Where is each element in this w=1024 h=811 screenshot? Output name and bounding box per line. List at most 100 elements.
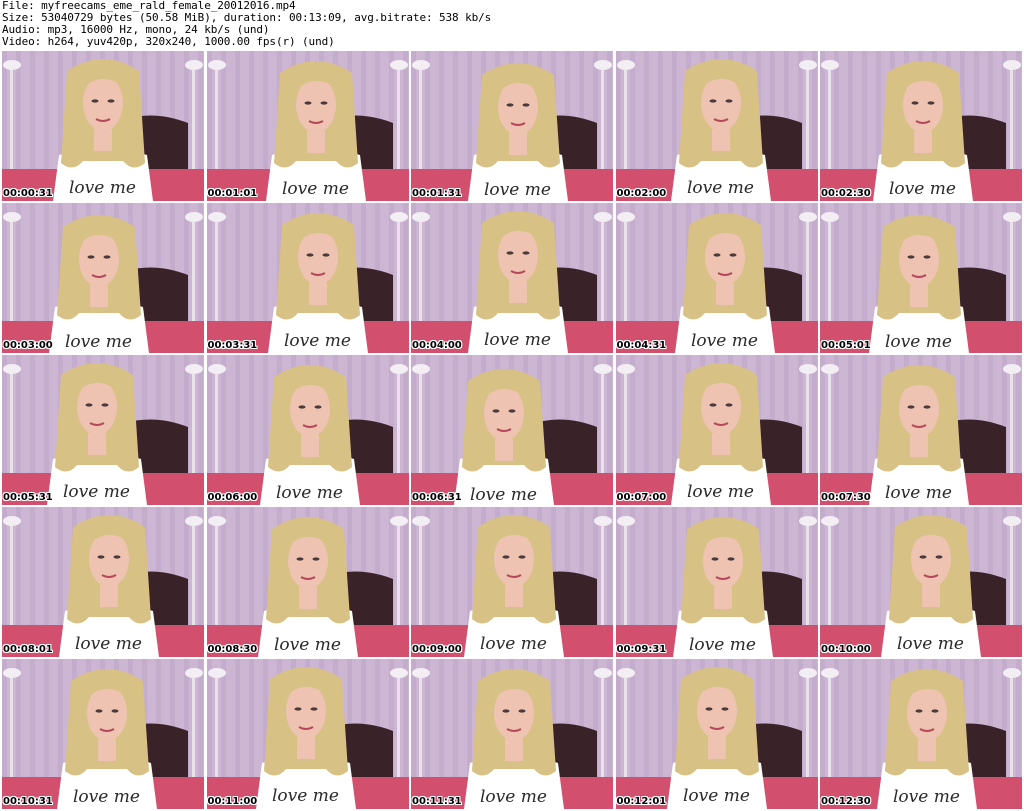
video-thumbnail: love me 00:03:00 (2, 203, 204, 353)
video-thumbnail: love me 00:04:31 (615, 203, 818, 353)
video-thumbnail: love me 00:12:01 (615, 659, 818, 809)
thumbnail-timestamp: 00:08:30 (207, 644, 258, 655)
video-thumbnail: love me 00:05:01 (820, 203, 1022, 353)
thumbnail-frame-image: love me (2, 355, 204, 505)
thumbnail-timestamp: 00:02:00 (616, 188, 667, 199)
svg-text:love me: love me (683, 786, 750, 806)
svg-text:love me: love me (689, 635, 756, 655)
svg-text:love me: love me (885, 483, 952, 503)
video-thumbnail: love me 00:08:01 (2, 507, 204, 657)
svg-text:love me: love me (272, 786, 339, 806)
svg-text:love me: love me (73, 787, 140, 807)
thumbnail-frame-image: love me (2, 51, 204, 201)
svg-text:love me: love me (63, 482, 130, 502)
thumbnail-timestamp: 00:02:30 (821, 188, 871, 199)
svg-text:love me: love me (284, 331, 351, 351)
video-thumbnail: love me 00:11:31 (411, 659, 613, 809)
video-info-header: File: myfreecams_eme_rald_female_2001201… (2, 0, 1022, 50)
thumbnail-timestamp: 00:03:31 (207, 340, 258, 351)
thumbnail-frame-image: love me (820, 659, 1022, 809)
thumbnail-timestamp: 00:10:00 (821, 644, 871, 655)
thumbnail-frame-image: love me (615, 51, 818, 201)
thumbnail-grid: love me 00:00:31 love me 00:01:01 love m… (2, 51, 1022, 809)
svg-text:love me: love me (282, 179, 349, 199)
video-thumbnail: love me 00:01:01 (206, 51, 409, 201)
svg-text:love me: love me (480, 787, 547, 807)
video-thumbnail: love me 00:07:00 (615, 355, 818, 505)
video-thumbnail: love me 00:09:31 (615, 507, 818, 657)
thumbnail-timestamp: 00:07:30 (821, 492, 871, 503)
thumbnail-timestamp: 00:12:30 (821, 796, 871, 807)
thumbnail-frame-image: love me (206, 203, 409, 353)
thumbnail-frame-image: love me (820, 507, 1022, 657)
svg-text:love me: love me (274, 635, 341, 655)
thumbnail-timestamp: 00:00:31 (3, 188, 53, 199)
thumbnail-frame-image: love me (615, 203, 818, 353)
thumbnail-timestamp: 00:11:31 (412, 796, 462, 807)
svg-text:love me: love me (480, 634, 547, 654)
video-thumbnail: love me 00:05:31 (2, 355, 204, 505)
thumbnail-frame-image: love me (615, 507, 818, 657)
svg-text:love me: love me (276, 483, 343, 503)
thumbnail-timestamp: 00:06:31 (412, 492, 462, 503)
video-thumbnail: love me 00:09:00 (411, 507, 613, 657)
svg-text:love me: love me (75, 634, 142, 654)
thumbnail-timestamp: 00:12:01 (616, 796, 667, 807)
video-thumbnail: love me 00:06:00 (206, 355, 409, 505)
video-thumbnail: love me 00:08:30 (206, 507, 409, 657)
thumbnail-frame-image: love me (2, 507, 204, 657)
thumbnail-timestamp: 00:05:31 (3, 492, 53, 503)
video-thumbnail: love me 00:00:31 (2, 51, 204, 201)
thumbnail-timestamp: 00:04:31 (616, 340, 667, 351)
thumbnail-timestamp: 00:11:00 (207, 796, 258, 807)
thumbnail-frame-image: love me (206, 507, 409, 657)
thumbnail-timestamp: 00:07:00 (616, 492, 667, 503)
thumbnail-timestamp: 00:01:01 (207, 188, 258, 199)
video-thumbnail: love me 00:07:30 (820, 355, 1022, 505)
thumbnail-frame-image: love me (2, 203, 204, 353)
svg-text:love me: love me (885, 332, 952, 352)
thumbnail-timestamp: 00:01:31 (412, 188, 462, 199)
video-thumbnail: love me 00:01:31 (411, 51, 613, 201)
svg-text:love me: love me (484, 180, 551, 200)
video-thumbnail: love me 00:12:30 (820, 659, 1022, 809)
thumbnail-timestamp: 00:06:00 (207, 492, 258, 503)
thumbnail-timestamp: 00:09:00 (412, 644, 462, 655)
thumbnail-frame-image: love me (206, 51, 409, 201)
thumbnail-timestamp: 00:08:01 (3, 644, 53, 655)
thumbnail-frame-image: love me (820, 51, 1022, 201)
video-info-line: Video: h264, yuv420p, 320x240, 1000.00 f… (2, 35, 335, 48)
thumbnail-frame-image: love me (2, 659, 204, 809)
thumbnail-frame-image: love me (820, 203, 1022, 353)
svg-text:love me: love me (893, 787, 960, 807)
thumbnail-timestamp: 00:03:00 (3, 340, 53, 351)
thumbnail-frame-image: love me (615, 355, 818, 505)
thumbnail-frame-image: love me (206, 659, 409, 809)
thumbnail-timestamp: 00:04:00 (412, 340, 462, 351)
svg-text:love me: love me (889, 179, 956, 199)
svg-text:love me: love me (687, 482, 754, 502)
svg-text:love me: love me (65, 332, 132, 352)
video-thumbnail: love me 00:04:00 (411, 203, 613, 353)
thumbnail-frame-image: love me (411, 203, 613, 353)
video-thumbnail: love me 00:03:31 (206, 203, 409, 353)
video-thumbnail: love me 00:06:31 (411, 355, 613, 505)
thumbnail-frame-image: love me (411, 51, 613, 201)
svg-text:love me: love me (484, 330, 551, 350)
thumbnail-timestamp: 00:05:01 (821, 340, 871, 351)
svg-text:love me: love me (69, 178, 136, 198)
thumbnail-frame-image: love me (206, 355, 409, 505)
svg-text:love me: love me (687, 178, 754, 198)
video-thumbnail: love me 00:10:31 (2, 659, 204, 809)
svg-text:love me: love me (691, 331, 758, 351)
thumbnail-frame-image: love me (615, 659, 818, 809)
video-thumbnail: love me 00:02:30 (820, 51, 1022, 201)
thumbnail-timestamp: 00:10:31 (3, 796, 53, 807)
svg-text:love me: love me (470, 485, 537, 505)
video-thumbnail: love me 00:11:00 (206, 659, 409, 809)
video-thumbnail: love me 00:02:00 (615, 51, 818, 201)
thumbnail-frame-image: love me (411, 507, 613, 657)
thumbnail-frame-image: love me (820, 355, 1022, 505)
video-thumbnail: love me 00:10:00 (820, 507, 1022, 657)
thumbnail-frame-image: love me (411, 355, 613, 505)
